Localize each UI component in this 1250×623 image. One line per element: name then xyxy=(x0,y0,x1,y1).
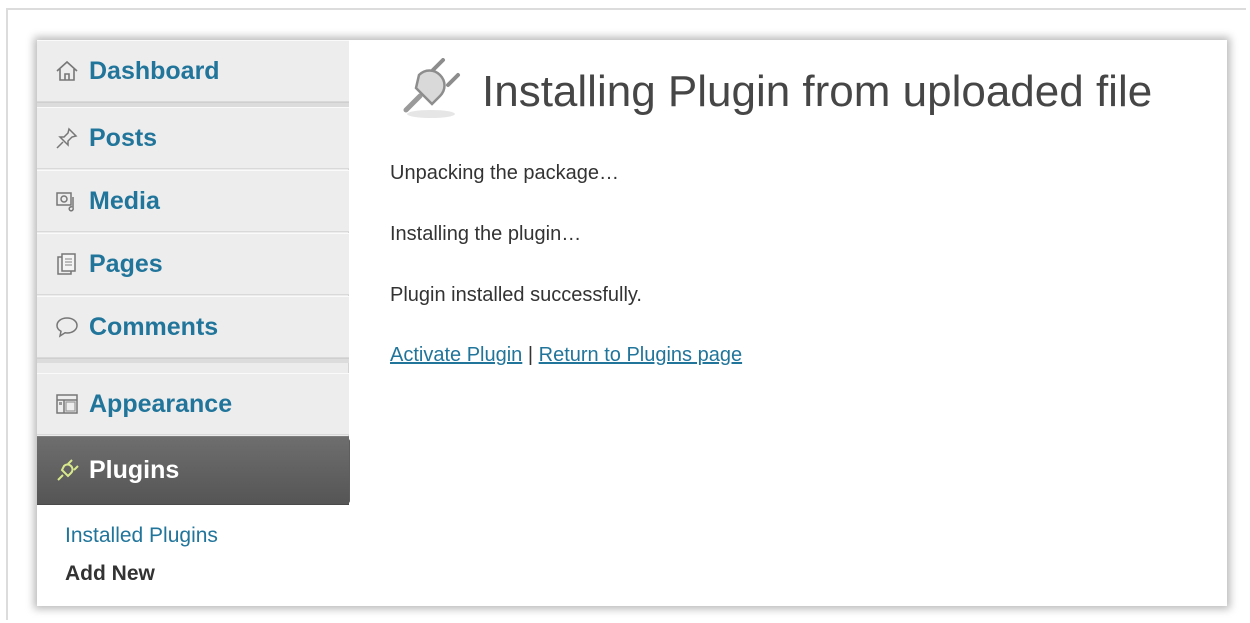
menu-separator xyxy=(37,358,349,363)
link-separator: | xyxy=(527,344,534,366)
return-to-plugins-link[interactable]: Return to Plugins page xyxy=(539,344,742,366)
main-content: Installing Plugin from uploaded file Unp… xyxy=(350,40,1227,606)
home-icon xyxy=(55,59,79,83)
sidebar-item-dashboard[interactable]: Dashboard xyxy=(37,40,349,102)
sidebar-item-label: Plugins xyxy=(89,456,180,484)
sidebar-item-label: Media xyxy=(89,186,160,215)
sidebar-item-appearance[interactable]: Appearance xyxy=(37,373,349,435)
appearance-icon xyxy=(55,392,79,416)
plugins-submenu: Installed Plugins Add New xyxy=(37,505,349,606)
sidebar-item-media[interactable]: Media xyxy=(37,170,349,232)
sidebar-item-plugins[interactable]: Plugins xyxy=(37,436,369,505)
sidebar-item-pages[interactable]: Pages xyxy=(37,233,349,295)
plug-icon xyxy=(55,458,79,483)
action-links: Activate Plugin | Return to Plugins page xyxy=(390,344,742,367)
sidebar-item-label: Dashboard xyxy=(89,56,220,85)
activate-plugin-link[interactable]: Activate Plugin xyxy=(390,344,522,366)
submenu-add-new[interactable]: Add New xyxy=(65,555,349,593)
status-message: Unpacking the package… xyxy=(390,162,620,184)
media-icon xyxy=(55,189,79,213)
sidebar-item-label: Comments xyxy=(89,312,219,341)
status-message: Installing the plugin… xyxy=(390,223,582,245)
status-message: Plugin installed successfully. xyxy=(390,284,642,306)
page-header: Installing Plugin from uploaded file xyxy=(400,58,1152,125)
admin-sidebar: Dashboard Posts Media Pages Comments App… xyxy=(37,40,369,606)
pushpin-icon xyxy=(55,126,79,150)
plug-icon xyxy=(400,58,462,125)
comment-icon xyxy=(55,315,79,339)
sidebar-item-posts[interactable]: Posts xyxy=(37,107,349,169)
page-title: Installing Plugin from uploaded file xyxy=(482,66,1153,116)
pages-icon xyxy=(55,252,79,276)
sidebar-item-label: Pages xyxy=(89,249,163,278)
submenu-installed-plugins[interactable]: Installed Plugins xyxy=(65,517,349,555)
sidebar-item-comments[interactable]: Comments xyxy=(37,296,349,358)
sidebar-item-label: Appearance xyxy=(89,389,233,418)
sidebar-item-label: Posts xyxy=(89,123,158,152)
